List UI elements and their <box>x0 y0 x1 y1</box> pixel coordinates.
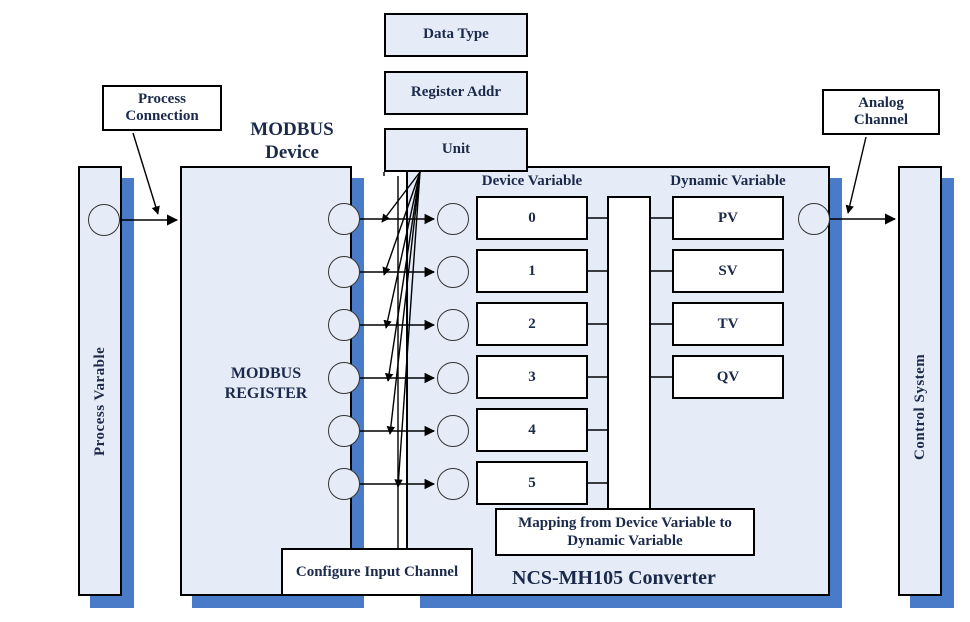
callout-data-type[interactable]: Data Type <box>384 13 528 57</box>
dynamic-variable-box-sv[interactable]: SV <box>672 249 784 293</box>
modbus-register-node-5 <box>328 468 360 500</box>
process-connection-line2: Connection <box>125 108 199 124</box>
callout-analog-channel[interactable]: Analog Channel <box>822 89 940 135</box>
process-variable-node <box>88 204 120 236</box>
device-variable-value-5: 5 <box>528 474 536 491</box>
device-variable-value-4: 4 <box>528 421 536 438</box>
device-variable-box-4[interactable]: 4 <box>476 408 588 452</box>
data-type-label: Data Type <box>423 26 489 43</box>
unit-label: Unit <box>441 141 471 158</box>
modbus-register-node-0 <box>328 203 360 235</box>
dynamic-variable-box-qv[interactable]: QV <box>672 355 784 399</box>
modbus-register-line2: REGISTER <box>224 385 308 402</box>
modbus-register-line1: MODBUS <box>230 365 302 382</box>
modbus-register-node-1 <box>328 256 360 288</box>
device-variable-box-5[interactable]: 5 <box>476 461 588 505</box>
converter-input-node-3 <box>437 362 469 394</box>
converter-input-node-0 <box>437 203 469 235</box>
device-variable-box-0[interactable]: 0 <box>476 196 588 240</box>
mapping-note-line2: Dynamic Variable <box>567 533 683 549</box>
modbus-device-title-line1: MODBUS <box>250 119 334 140</box>
device-variable-box-2[interactable]: 2 <box>476 302 588 346</box>
converter-input-node-4 <box>437 415 469 447</box>
dynamic-variable-box-tv[interactable]: TV <box>672 302 784 346</box>
device-variable-box-1[interactable]: 1 <box>476 249 588 293</box>
mapping-block <box>607 196 651 513</box>
control-system-label: Control System <box>912 353 928 460</box>
configure-input-channel-wire <box>383 172 399 548</box>
converter-input-node-5 <box>437 468 469 500</box>
converter-input-node-1 <box>437 256 469 288</box>
analog-channel-line1: Analog <box>858 94 904 111</box>
dynamic-variable-value-sv: SV <box>718 262 738 279</box>
configure-input-channel-label: Configure Input Channel <box>295 564 459 580</box>
mapping-note-line1: Mapping from Device Variable to <box>518 515 732 531</box>
converter-title: NCS-MH105 Converter <box>512 567 716 589</box>
dynamic-variable-value-tv: TV <box>717 315 739 332</box>
device-variable-value-0: 0 <box>528 209 536 226</box>
converter-input-node-2 <box>437 309 469 341</box>
callout-process-connection[interactable]: Process Connection <box>102 85 222 131</box>
device-variable-value-1: 1 <box>528 262 536 279</box>
dynamic-variable-heading: Dynamic Variable <box>670 173 786 189</box>
dynamic-variable-box-pv[interactable]: PV <box>672 196 784 240</box>
dynamic-variable-value-qv: QV <box>716 368 740 385</box>
modbus-device-title-line2: Device <box>265 142 319 164</box>
device-variable-heading: Device Variable <box>481 173 583 189</box>
device-variable-box-3[interactable]: 3 <box>476 355 588 399</box>
modbus-register-label: MODBUS REGISTER <box>180 364 352 404</box>
callout-register-addr[interactable]: Register Addr <box>384 71 528 115</box>
diagram-canvas: Process Varable MODBUS REGISTER Control … <box>0 0 970 622</box>
dynamic-variable-value-pv: PV <box>718 209 738 226</box>
modbus-register-node-4 <box>328 415 360 447</box>
callout-unit[interactable]: Unit <box>384 128 528 172</box>
device-variable-value-2: 2 <box>528 315 536 332</box>
device-variable-value-3: 3 <box>528 368 536 385</box>
modbus-device-title: MODBUS Device <box>222 118 362 164</box>
modbus-register-node-2 <box>328 309 360 341</box>
register-addr-label: Register Addr <box>410 84 502 101</box>
modbus-register-node-3 <box>328 362 360 394</box>
process-variable-label: Process Varable <box>92 346 108 456</box>
analog-channel-line2: Channel <box>853 112 909 128</box>
configure-input-channel-box[interactable]: Configure Input Channel <box>281 548 473 596</box>
converter-output-node <box>798 203 830 235</box>
process-connection-line1: Process <box>137 90 187 107</box>
mapping-note-box: Mapping from Device Variable to Dynamic … <box>495 508 755 556</box>
